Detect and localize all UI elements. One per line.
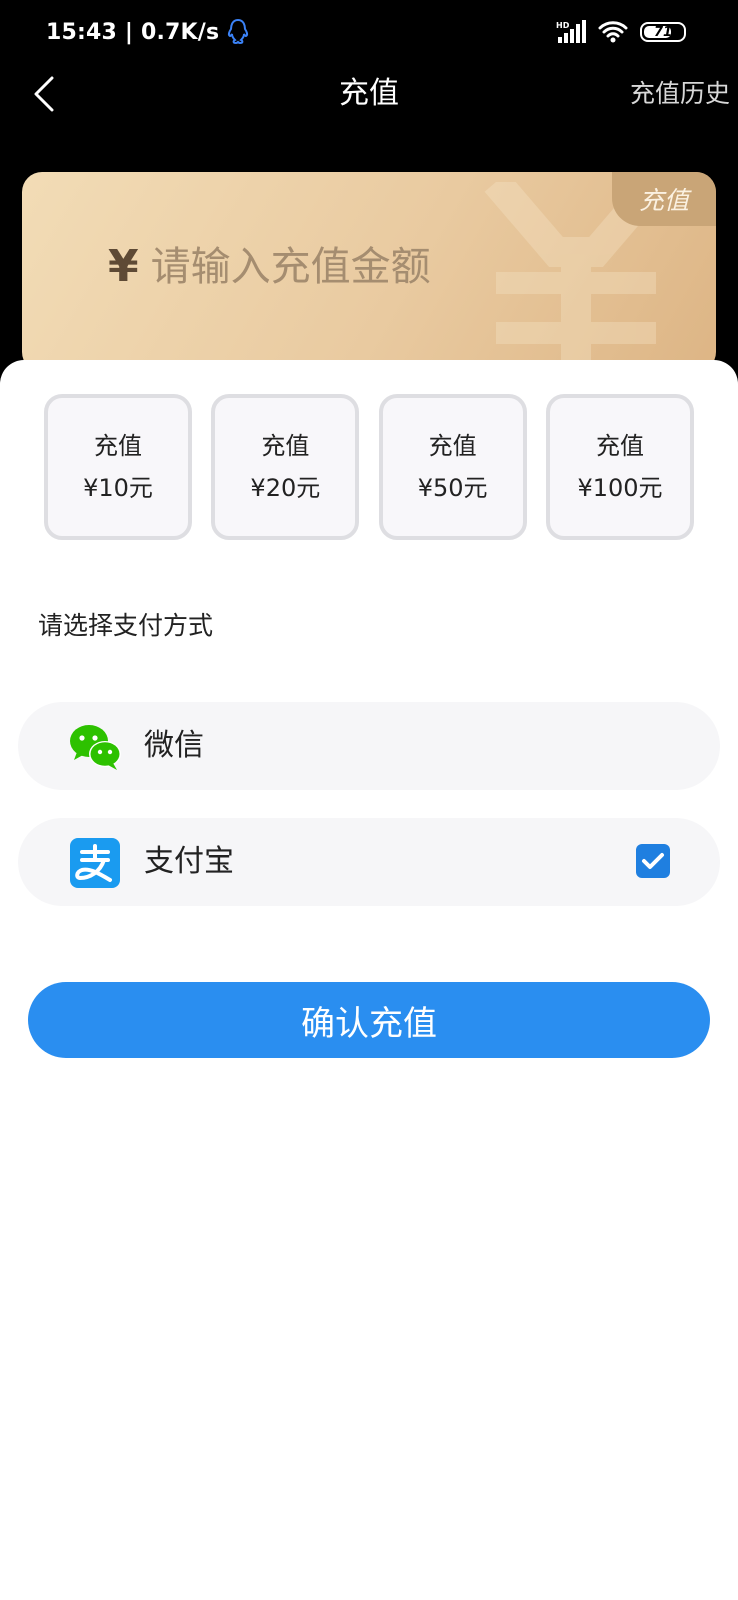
page-title: 充值 <box>339 76 399 111</box>
preset-value: ¥50元 <box>417 474 488 502</box>
preset-label: 充值 <box>261 432 310 460</box>
amount-card: 充值 ¥ <box>22 172 716 372</box>
alipay-icon <box>70 838 120 888</box>
wechat-icon <box>70 725 121 770</box>
battery-level: 71 <box>653 24 673 40</box>
battery-icon: 71 <box>640 22 686 42</box>
status-bar: 15:43 | 0.7K/s HD 71 <box>0 0 738 66</box>
preset-amount-20[interactable]: 充值 ¥20元 <box>211 394 360 540</box>
payment-option-alipay[interactable]: 支付宝 <box>18 818 720 906</box>
recharge-sheet: 充值 ¥10元 充值 ¥20元 充值 ¥50元 充值 ¥100元 请选择支付方式 <box>0 360 738 1600</box>
preset-amounts: 充值 ¥10元 充值 ¥20元 充值 ¥50元 充值 ¥100元 <box>44 394 694 540</box>
amount-input-row: ¥ <box>108 242 571 292</box>
payment-option-label: 微信 <box>144 728 204 763</box>
payment-method-prompt: 请选择支付方式 <box>38 611 214 640</box>
amount-input[interactable] <box>150 242 571 292</box>
status-time-speed: 15:43 | 0.7K/s <box>46 19 220 45</box>
payment-option-wechat[interactable]: 微信 <box>18 702 720 790</box>
currency-symbol: ¥ <box>108 241 139 292</box>
preset-value: ¥10元 <box>83 474 153 502</box>
preset-label: 充值 <box>94 432 142 460</box>
preset-amount-50[interactable]: 充值 ¥50元 <box>378 394 527 540</box>
status-right: HD 71 <box>556 20 686 44</box>
preset-amount-100[interactable]: 充值 ¥100元 <box>545 394 694 540</box>
check-icon <box>642 853 664 869</box>
preset-value: ¥100元 <box>577 474 663 502</box>
preset-label: 充值 <box>428 432 477 460</box>
network-label: HD <box>556 21 570 30</box>
nav-bar: 充值 充值历史 <box>0 66 738 158</box>
alipay-checkbox[interactable] <box>636 844 670 878</box>
card-tab-label: 充值 <box>612 172 716 226</box>
confirm-recharge-button[interactable]: 确认充值 <box>28 982 710 1058</box>
payment-option-label: 支付宝 <box>144 844 234 879</box>
preset-amount-10[interactable]: 充值 ¥10元 <box>44 394 192 540</box>
signal-icon: HD <box>556 20 586 43</box>
preset-label: 充值 <box>595 432 644 460</box>
qq-icon <box>228 18 249 45</box>
status-left: 15:43 | 0.7K/s <box>46 18 249 46</box>
wifi-icon <box>598 21 628 43</box>
preset-value: ¥20元 <box>250 474 321 502</box>
recharge-history-link[interactable]: 充值历史 <box>630 72 730 116</box>
